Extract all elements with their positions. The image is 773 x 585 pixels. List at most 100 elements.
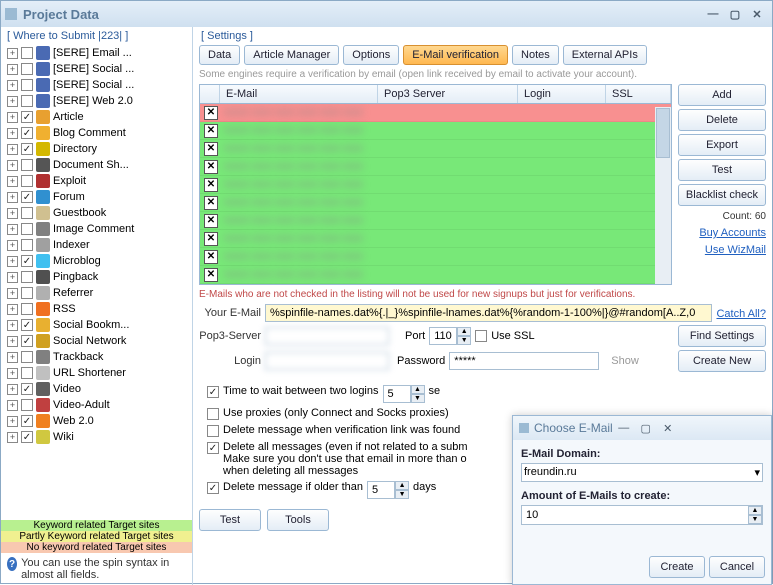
item-checkbox[interactable] xyxy=(21,175,33,187)
login-input[interactable] xyxy=(265,352,389,370)
expand-icon[interactable]: + xyxy=(7,96,18,107)
item-checkbox[interactable] xyxy=(21,95,33,107)
item-checkbox[interactable] xyxy=(21,47,33,59)
item-checkbox[interactable]: ✓ xyxy=(21,335,33,347)
item-checkbox[interactable] xyxy=(21,223,33,235)
expand-icon[interactable]: + xyxy=(7,368,18,379)
expand-icon[interactable]: + xyxy=(7,128,18,139)
item-checkbox[interactable] xyxy=(21,399,33,411)
expand-icon[interactable]: + xyxy=(7,192,18,203)
blacklist-check-button[interactable]: Blacklist check xyxy=(678,184,766,206)
tree-item[interactable]: +Exploit xyxy=(3,173,190,189)
test-button[interactable]: Test xyxy=(199,509,261,531)
item-checkbox[interactable]: ✓ xyxy=(21,431,33,443)
item-checkbox[interactable]: ✓ xyxy=(21,191,33,203)
expand-icon[interactable]: + xyxy=(7,208,18,219)
add-button[interactable]: Add xyxy=(678,84,766,106)
table-row[interactable]: ✕xxxxx xxxx xxxx xxxx xxxx xxxx xyxy=(200,122,671,140)
table-row[interactable]: ✕xxxxx xxxx xxxx xxxx xxxx xxxx xyxy=(200,230,671,248)
tab-notes[interactable]: Notes xyxy=(512,45,559,65)
table-row[interactable]: ✕xxxxx xxxx xxxx xxxx xxxx xxxx xyxy=(200,140,671,158)
opt-delold-checkbox[interactable]: ✓ xyxy=(207,482,219,494)
dialog-close-button[interactable]: ✕ xyxy=(657,419,679,437)
test-button[interactable]: Test xyxy=(678,159,766,181)
row-checkbox[interactable]: ✕ xyxy=(204,106,218,120)
item-checkbox[interactable] xyxy=(21,303,33,315)
minimize-button[interactable]: — xyxy=(702,5,724,23)
delete-button[interactable]: Delete xyxy=(678,109,766,131)
expand-icon[interactable]: + xyxy=(7,144,18,155)
item-checkbox[interactable]: ✓ xyxy=(21,319,33,331)
expand-icon[interactable]: + xyxy=(7,432,18,443)
tree-item[interactable]: +✓Social Bookm... xyxy=(3,317,190,333)
opt-delall-checkbox[interactable]: ✓ xyxy=(207,442,219,454)
row-checkbox[interactable]: ✕ xyxy=(204,142,218,156)
tree-item[interactable]: +✓Wiki xyxy=(3,429,190,445)
item-checkbox[interactable]: ✓ xyxy=(21,127,33,139)
row-checkbox[interactable]: ✕ xyxy=(204,160,218,174)
tree-item[interactable]: +Video-Adult xyxy=(3,397,190,413)
expand-icon[interactable]: + xyxy=(7,288,18,299)
password-input[interactable] xyxy=(449,352,599,370)
table-row[interactable]: ✕xxxxx xxxx xxxx xxxx xxxx xxxx xyxy=(200,158,671,176)
item-checkbox[interactable] xyxy=(21,367,33,379)
tree-item[interactable]: +✓Directory xyxy=(3,141,190,157)
dialog-max-button[interactable]: ▢ xyxy=(635,419,657,437)
row-checkbox[interactable]: ✕ xyxy=(204,214,218,228)
tree-item[interactable]: +✓Microblog xyxy=(3,253,190,269)
item-checkbox[interactable] xyxy=(21,239,33,251)
col-email[interactable]: E-Mail xyxy=(220,85,378,103)
expand-icon[interactable]: + xyxy=(7,240,18,251)
item-checkbox[interactable] xyxy=(21,207,33,219)
show-link[interactable]: Show xyxy=(611,355,639,367)
close-button[interactable]: ✕ xyxy=(746,5,768,23)
row-checkbox[interactable]: ✕ xyxy=(204,268,218,282)
dialog-create-button[interactable]: Create xyxy=(649,556,705,578)
category-tree[interactable]: +[SERE] Email ...+[SERE] Social ...+[SER… xyxy=(1,45,192,520)
expand-icon[interactable]: + xyxy=(7,176,18,187)
domain-select[interactable]: freundin.ru ▾ xyxy=(521,463,763,482)
row-checkbox[interactable]: ✕ xyxy=(204,232,218,246)
opt-wait-spinner[interactable]: ▲▼ xyxy=(411,385,425,403)
table-row[interactable]: ✕xxxxx xxxx xxxx xxxx xxxx xxxx xyxy=(200,176,671,194)
dialog-cancel-button[interactable]: Cancel xyxy=(709,556,765,578)
expand-icon[interactable]: + xyxy=(7,400,18,411)
tree-item[interactable]: +✓Article xyxy=(3,109,190,125)
expand-icon[interactable]: + xyxy=(7,112,18,123)
tree-item[interactable]: +Image Comment xyxy=(3,221,190,237)
tab-article-manager[interactable]: Article Manager xyxy=(244,45,339,65)
table-row[interactable]: ✕xxxxx xxxx xxxx xxxx xxxx xxxx xyxy=(200,104,671,122)
item-checkbox[interactable] xyxy=(21,159,33,171)
pop3-input[interactable] xyxy=(265,327,389,345)
expand-icon[interactable]: + xyxy=(7,64,18,75)
email-input[interactable] xyxy=(265,304,712,322)
tree-item[interactable]: +Guestbook xyxy=(3,205,190,221)
col-login[interactable]: Login xyxy=(518,85,606,103)
col-pop3[interactable]: Pop3 Server xyxy=(378,85,518,103)
tree-item[interactable]: +✓Forum xyxy=(3,189,190,205)
tree-item[interactable]: +✓Web 2.0 xyxy=(3,413,190,429)
tree-item[interactable]: +[SERE] Social ... xyxy=(3,77,190,93)
expand-icon[interactable]: + xyxy=(7,416,18,427)
opt-wait-checkbox[interactable]: ✓ xyxy=(207,386,219,398)
expand-icon[interactable]: + xyxy=(7,336,18,347)
item-checkbox[interactable] xyxy=(21,287,33,299)
item-checkbox[interactable] xyxy=(21,63,33,75)
export-button[interactable]: Export xyxy=(678,134,766,156)
tab-e-mail-verification[interactable]: E-Mail verification xyxy=(403,45,508,65)
opt-proxies-checkbox[interactable] xyxy=(207,408,219,420)
create-new-button[interactable]: Create New xyxy=(678,350,766,372)
tree-item[interactable]: +RSS xyxy=(3,301,190,317)
tab-data[interactable]: Data xyxy=(199,45,240,65)
row-checkbox[interactable]: ✕ xyxy=(204,124,218,138)
tree-item[interactable]: +[SERE] Web 2.0 xyxy=(3,93,190,109)
tab-options[interactable]: Options xyxy=(343,45,399,65)
row-checkbox[interactable]: ✕ xyxy=(204,178,218,192)
expand-icon[interactable]: + xyxy=(7,48,18,59)
tools-button[interactable]: Tools xyxy=(267,509,329,531)
buy-accounts-link[interactable]: Buy Accounts xyxy=(678,227,766,239)
dialog-min-button[interactable]: — xyxy=(613,419,635,437)
item-checkbox[interactable] xyxy=(21,271,33,283)
tree-item[interactable]: +URL Shortener xyxy=(3,365,190,381)
tree-item[interactable]: +[SERE] Social ... xyxy=(3,61,190,77)
